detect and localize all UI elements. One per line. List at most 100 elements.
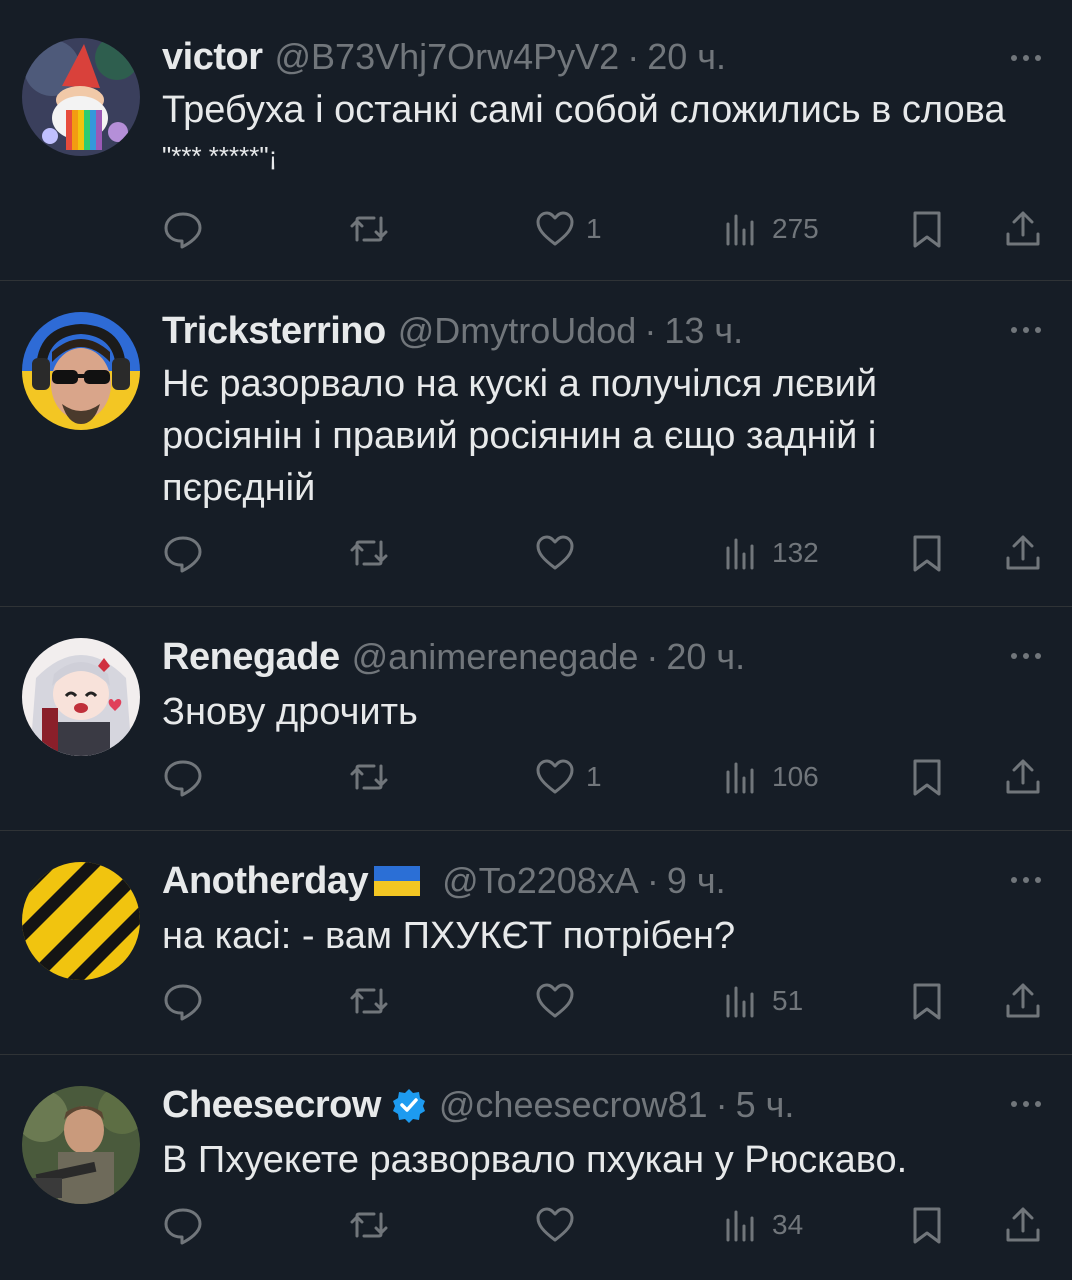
bookmark-button[interactable] <box>906 752 948 802</box>
timestamp[interactable]: 20 ч. <box>666 636 745 678</box>
retweet-icon <box>350 1212 388 1238</box>
display-name[interactable]: Anotherday <box>162 860 369 903</box>
tweet-text: Знову дрочить <box>162 686 1052 738</box>
share-button[interactable] <box>1002 1200 1044 1250</box>
bookmark-button[interactable] <box>906 976 948 1026</box>
reply-button[interactable] <box>162 976 204 1026</box>
tweet-text-line: Требуха і останкі самі собой сложились в… <box>162 89 1006 131</box>
views-chart-icon <box>726 214 754 246</box>
avatar[interactable] <box>22 862 140 980</box>
retweet-icon <box>350 216 388 242</box>
tweet[interactable]: Renegade @animerenegade · 20 ч. Знову др… <box>0 608 1072 831</box>
timestamp[interactable]: 20 ч. <box>647 36 726 78</box>
user-handle[interactable]: @animerenegade <box>352 636 639 678</box>
user-handle[interactable]: @DmytroUdod <box>398 310 637 352</box>
more-options-icon[interactable] <box>1006 636 1046 676</box>
tweet-header: Anotherday @To2208xA · 9 ч. <box>162 856 726 906</box>
reply-button[interactable] <box>162 752 204 802</box>
views-chart-icon <box>726 762 754 794</box>
retweet-button[interactable] <box>348 1200 390 1250</box>
reply-button[interactable] <box>162 1200 204 1250</box>
tweet-header: Cheesecrow @cheesecrow81 · 5 ч. <box>162 1080 794 1130</box>
bookmark-button[interactable] <box>906 528 948 578</box>
more-options-icon[interactable] <box>1006 860 1046 900</box>
man-sunglasses-avatar-image <box>22 312 140 430</box>
like-heart-icon <box>536 1207 574 1242</box>
retweet-icon <box>350 988 388 1014</box>
gnome-rainbow-avatar-image <box>22 38 140 156</box>
like-button[interactable] <box>534 1200 586 1250</box>
views-button[interactable]: 132 <box>720 528 819 578</box>
share-button[interactable] <box>1002 752 1044 802</box>
reply-button[interactable] <box>162 528 204 578</box>
tweet[interactable]: Tricksterrino @DmytroUdod · 13 ч. Нє раз… <box>0 282 1072 607</box>
like-button[interactable] <box>534 976 586 1026</box>
user-handle[interactable]: @cheesecrow81 <box>439 1084 708 1126</box>
retweet-button[interactable] <box>348 752 390 802</box>
reply-button[interactable] <box>162 204 204 254</box>
tweet[interactable]: victor @B73Vhj7Orw4PyV2 · 20 ч. Требуха … <box>0 6 1072 281</box>
action-bar: 132 <box>0 528 1072 578</box>
share-icon <box>1006 1207 1040 1242</box>
retweet-button[interactable] <box>348 976 390 1026</box>
share-button[interactable] <box>1002 976 1044 1026</box>
avatar[interactable] <box>22 638 140 756</box>
more-options-icon[interactable] <box>1006 1084 1046 1124</box>
like-button[interactable]: 1 <box>534 752 602 802</box>
bookmark-icon <box>913 759 941 796</box>
anime-girl-avatar-image <box>22 638 140 756</box>
more-options-icon[interactable] <box>1006 310 1046 350</box>
tweet[interactable]: Cheesecrow @cheesecrow81 · 5 ч. В Пхуеке… <box>0 1056 1072 1280</box>
reply-icon <box>164 760 202 797</box>
views-button[interactable]: 106 <box>720 752 819 802</box>
view-count: 132 <box>772 537 819 568</box>
display-name[interactable]: Cheesecrow <box>162 1084 381 1127</box>
like-button[interactable] <box>534 528 586 578</box>
share-button[interactable] <box>1002 204 1044 254</box>
views-button[interactable]: 51 <box>720 976 803 1026</box>
timestamp[interactable]: 13 ч. <box>664 310 743 352</box>
tweet-text-line: Знову дрочить <box>162 691 418 733</box>
avatar[interactable] <box>22 312 140 430</box>
share-icon <box>1006 983 1040 1018</box>
retweet-button[interactable] <box>348 204 390 254</box>
like-button[interactable]: 1 <box>534 204 602 254</box>
view-count: 106 <box>772 761 819 792</box>
display-name[interactable]: Renegade <box>162 636 340 679</box>
timestamp[interactable]: 9 ч. <box>667 860 726 902</box>
bookmark-button[interactable] <box>906 204 948 254</box>
like-heart-icon <box>536 535 574 570</box>
views-button[interactable]: 275 <box>720 204 819 254</box>
hazard-stripes-avatar-image <box>22 862 140 980</box>
bookmark-button[interactable] <box>906 1200 948 1250</box>
reply-icon <box>164 984 202 1021</box>
user-handle[interactable]: @B73Vhj7Orw4PyV2 <box>274 36 619 78</box>
verified-badge-icon[interactable] <box>391 1087 427 1123</box>
display-name[interactable]: victor <box>162 36 263 79</box>
share-button[interactable] <box>1002 528 1044 578</box>
avatar[interactable] <box>22 38 140 156</box>
share-icon <box>1006 535 1040 570</box>
action-bar: 51 <box>0 976 1072 1026</box>
reply-icon <box>164 1208 202 1245</box>
view-count: 51 <box>772 985 804 1016</box>
views-button[interactable]: 34 <box>720 1200 803 1250</box>
user-handle[interactable]: @To2208xA <box>442 860 639 902</box>
tweet-text: Нє разорвало на кускі а получілся лєвий … <box>162 358 1052 514</box>
retweet-button[interactable] <box>348 528 390 578</box>
display-name[interactable]: Tricksterrino <box>162 310 386 353</box>
tweet-text: на касі: - вам ПХУКЄТ потрібен? <box>162 910 1052 962</box>
ukraine-flag-icon <box>374 866 421 896</box>
tweet-text: Требуха і останкі самі собой сложились в… <box>162 84 1052 176</box>
like-count: 1 <box>586 761 602 792</box>
views-chart-icon <box>726 986 754 1018</box>
retweet-icon <box>350 764 388 790</box>
bookmark-icon <box>913 535 941 572</box>
like-heart-icon <box>536 211 574 246</box>
avatar[interactable] <box>22 1086 140 1204</box>
separator-dot: · <box>644 310 657 351</box>
action-bar: 1 106 <box>0 752 1072 802</box>
more-options-icon[interactable] <box>1006 38 1046 78</box>
tweet[interactable]: Anotherday @To2208xA · 9 ч. на касі: - в… <box>0 832 1072 1055</box>
timestamp[interactable]: 5 ч. <box>736 1084 795 1126</box>
